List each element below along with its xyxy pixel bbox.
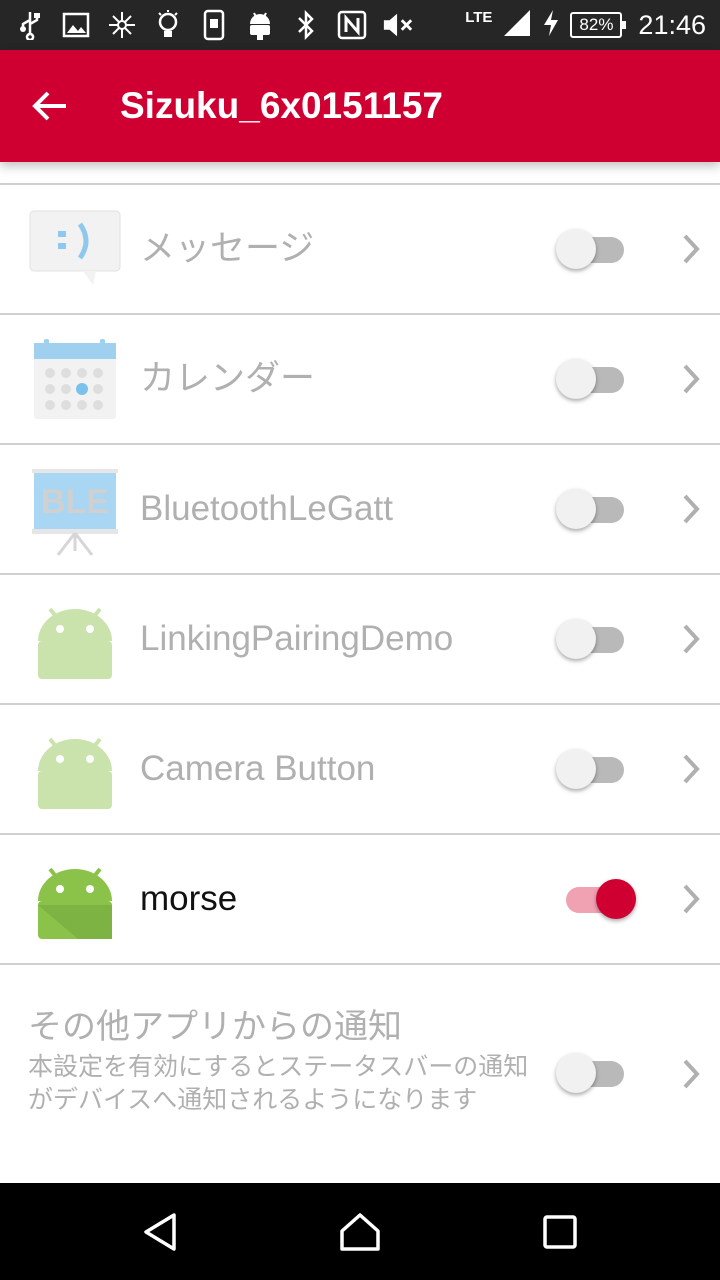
app-label: BluetoothLeGatt — [140, 489, 393, 528]
chevron-right-icon[interactable] — [680, 622, 704, 656]
charging-icon — [542, 9, 560, 42]
toggle-switch[interactable] — [556, 489, 636, 529]
app-label: カレンダー — [140, 359, 316, 398]
chevron-right-icon[interactable] — [680, 882, 704, 916]
app-label: メッセージ — [140, 229, 315, 268]
back-nav-icon — [144, 1212, 176, 1251]
toggle-switch[interactable] — [556, 749, 636, 789]
app-bar: Sizuku_6x0151157 — [0, 50, 720, 162]
list-item[interactable]: morse — [0, 835, 720, 965]
list-item[interactable]: BLE BluetoothLeGatt — [0, 445, 720, 575]
lightbulb-icon — [152, 9, 184, 41]
clock: 21:46 — [638, 9, 706, 40]
chevron-right-icon[interactable] — [680, 232, 704, 266]
bluetooth-icon — [290, 9, 322, 41]
toggle-switch[interactable] — [556, 619, 636, 659]
toggle-switch[interactable] — [556, 879, 636, 919]
chevron-right-icon[interactable] — [680, 1057, 704, 1091]
arrow-back-icon — [32, 91, 66, 121]
signal-icon — [502, 8, 532, 43]
android-icon — [244, 9, 276, 41]
home-nav-button[interactable] — [310, 1183, 410, 1280]
toggle-switch[interactable] — [556, 1053, 636, 1093]
other-apps-notification-item[interactable]: その他アプリからの通知 本設定を有効にするとステータスバーの通知がデバイスへ通知… — [0, 965, 720, 1183]
status-bar: LTE 82% 21:46 — [0, 0, 720, 50]
back-nav-button[interactable] — [110, 1183, 210, 1280]
android-icon — [28, 729, 122, 809]
usb-icon — [14, 9, 46, 41]
other-apps-description: 本設定を有効にするとステータスバーの通知がデバイスへ通知されるようになります — [28, 1053, 529, 1114]
toggle-switch[interactable] — [556, 229, 636, 269]
page-title: Sizuku_6x0151157 — [120, 85, 443, 126]
home-nav-icon — [340, 1212, 380, 1251]
image-icon — [60, 9, 92, 41]
nfc-icon — [336, 9, 368, 41]
toggle-switch[interactable] — [556, 359, 636, 399]
android-icon — [28, 859, 122, 939]
calendar-icon — [28, 339, 122, 419]
chevron-right-icon[interactable] — [680, 362, 704, 396]
list-item[interactable]: LinkingPairingDemo — [0, 575, 720, 705]
app-label: LinkingPairingDemo — [140, 619, 454, 658]
ble-icon: BLE — [28, 467, 122, 556]
back-button[interactable] — [20, 76, 80, 136]
network-hub-icon — [106, 9, 138, 41]
chevron-right-icon[interactable] — [680, 752, 704, 786]
list-item[interactable]: メッセージ — [0, 185, 720, 315]
navigation-bar — [0, 1183, 720, 1280]
chevron-right-icon[interactable] — [680, 492, 704, 526]
ble-icon-text: BLE — [41, 483, 109, 521]
list-item[interactable]: カレンダー — [0, 315, 720, 445]
recents-nav-icon — [543, 1214, 577, 1249]
battery-indicator: 82% — [570, 12, 627, 38]
app-label: Camera Button — [140, 749, 376, 788]
app-label: morse — [140, 879, 238, 918]
phone-icon — [198, 9, 230, 41]
mute-icon — [382, 9, 414, 41]
android-icon — [28, 599, 122, 679]
other-apps-title: その他アプリからの通知 — [28, 1008, 402, 1046]
recents-nav-button[interactable] — [510, 1183, 610, 1280]
list-item[interactable]: Camera Button — [0, 705, 720, 835]
lte-indicator: LTE — [465, 8, 493, 26]
app-list: メッセージ カレンダー BLE BluetoothLeGatt LinkingP… — [0, 183, 720, 965]
message-icon — [28, 209, 122, 289]
